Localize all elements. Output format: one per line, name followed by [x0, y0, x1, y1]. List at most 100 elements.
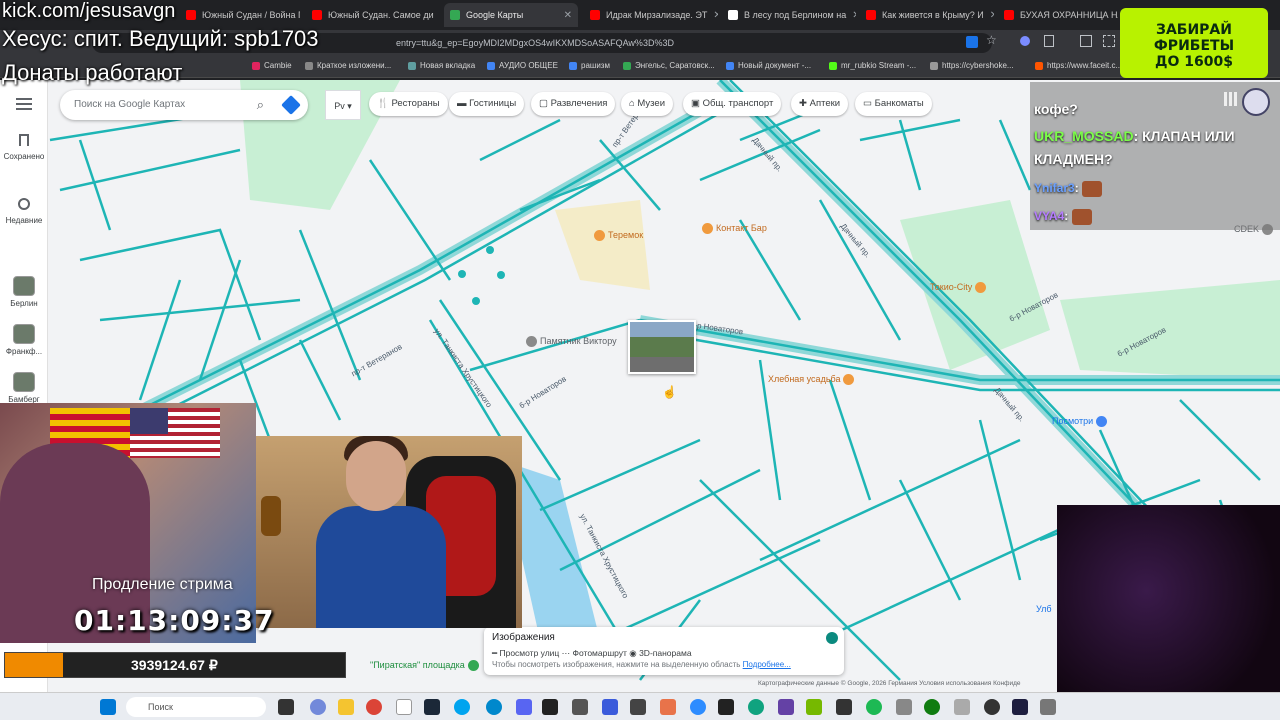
- chat-text: : КЛАПАН ИЛИ: [1133, 128, 1235, 144]
- atm-icon: ▭: [863, 98, 875, 109]
- search-icon[interactable]: ⌕: [257, 90, 264, 120]
- poi-pamyatnik[interactable]: Памятник Виктору: [526, 336, 617, 348]
- imagery-more-link[interactable]: Подробнее...: [743, 660, 791, 669]
- tab-crimea[interactable]: Как живется в Крыму? И ✕: [860, 3, 994, 27]
- xbox-icon[interactable]: [924, 699, 940, 715]
- notepad-icon[interactable]: [396, 699, 412, 715]
- steam-icon[interactable]: [424, 699, 440, 715]
- app-icon[interactable]: [866, 699, 882, 715]
- chip-label: Аптеки: [809, 98, 841, 109]
- emote-icon: [1071, 208, 1092, 225]
- taskbar-search[interactable]: Поиск: [126, 697, 266, 717]
- app-icon[interactable]: [718, 699, 734, 715]
- app-icon[interactable]: [836, 699, 852, 715]
- tab-idrak[interactable]: Идрак Мирзализаде. ЭТ ✕: [584, 3, 718, 27]
- sidebar-item-berlin[interactable]: Берлин: [0, 276, 48, 309]
- poi-kontakt-bar[interactable]: Контакт Бар: [702, 223, 767, 235]
- poi-ulb[interactable]: Улб: [1036, 604, 1052, 614]
- chip-atms[interactable]: ▭ Банкоматы: [855, 92, 932, 116]
- tab-south-sudan-1[interactable]: Южный Судан / Война Г✕: [180, 3, 300, 27]
- windows-start-icon[interactable]: [100, 699, 116, 715]
- poi-pirat[interactable]: "Пиратская" площадка: [370, 660, 482, 672]
- bookmark-rashizm[interactable]: рашизм: [569, 61, 610, 70]
- chip-museums[interactable]: ⌂ Музеи: [621, 92, 673, 116]
- tab-google-maps[interactable]: Google Карты ✕: [444, 3, 578, 27]
- bookmark-faceit[interactable]: https://www.faceit.c...: [1035, 61, 1122, 70]
- tab-berlin-forest[interactable]: В лесу под Берлином на ✕: [722, 3, 856, 27]
- directions-icon[interactable]: [281, 95, 301, 115]
- apps-icon[interactable]: [1103, 35, 1115, 47]
- bookmark-icon: [1035, 61, 1043, 70]
- bookmark-new-tab[interactable]: Новая вкладка: [408, 61, 475, 70]
- terminal-icon[interactable]: [542, 699, 558, 715]
- search-input[interactable]: Поиск на Google Картах ⌕: [60, 90, 308, 120]
- app-icon[interactable]: [690, 699, 706, 715]
- bookmark-audio[interactable]: АУДИО ОБЩЕЕ: [487, 61, 558, 70]
- close-icon[interactable]: ✕: [990, 10, 994, 21]
- edge-icon[interactable]: [454, 699, 470, 715]
- nvidia-icon[interactable]: [806, 699, 822, 715]
- url-text: entry=ttu&g_ep=EgoyMDI2MDgxOS4wIKXMDSoAS…: [396, 38, 674, 48]
- app-icon[interactable]: [572, 699, 588, 715]
- chip-restaurants[interactable]: 🍴 Рестораны: [369, 92, 448, 116]
- sidebar-item-recent[interactable]: Недавние: [0, 198, 48, 226]
- sidebar-item-frankfurt[interactable]: Франкф...: [0, 324, 48, 357]
- app-icon[interactable]: [778, 699, 794, 715]
- telegram-icon[interactable]: [486, 699, 502, 715]
- app-icon[interactable]: [602, 699, 618, 715]
- chip-transit[interactable]: ▣ Общ. транспорт: [683, 92, 782, 116]
- bookmark-label: https://www.faceit.c...: [1047, 61, 1123, 70]
- sidebar-item-bamberg[interactable]: Бамберг: [0, 372, 48, 405]
- app-icon[interactable]: [896, 699, 912, 715]
- extension-icon[interactable]: [1020, 36, 1030, 46]
- map-footer: Картографические данные © Google, 2026 Г…: [758, 680, 1021, 687]
- discord-icon[interactable]: [310, 699, 326, 715]
- app-icon[interactable]: [630, 699, 646, 715]
- translate-icon[interactable]: [1080, 35, 1092, 47]
- task-view-icon[interactable]: [278, 699, 294, 715]
- poi-tokio-city[interactable]: Токио-City: [930, 282, 989, 294]
- history-icon: [18, 198, 30, 210]
- folder-icon[interactable]: [338, 699, 354, 715]
- chip-entertainment[interactable]: ▢ Развлечения: [531, 92, 616, 116]
- puzzle-icon[interactable]: [1044, 35, 1054, 47]
- shop-icon: [1096, 416, 1108, 428]
- close-icon[interactable]: ✕: [852, 10, 856, 21]
- settings-icon[interactable]: [954, 699, 970, 715]
- poi-usadba[interactable]: Хлебная усадьба: [768, 374, 857, 386]
- star-icon[interactable]: ☆: [986, 33, 997, 47]
- close-icon[interactable]: ✕: [713, 10, 718, 21]
- menu-icon[interactable]: [16, 98, 32, 110]
- bookmark-summary[interactable]: Краткое изложени...: [305, 61, 391, 70]
- bookmark-engels[interactable]: Энгельс, Саратовск...: [623, 61, 715, 70]
- bookmark-cambie[interactable]: Cambie: [252, 61, 292, 70]
- bookmark-cybershoke[interactable]: https://cybershoke...: [930, 61, 1014, 70]
- poi-label: Теремок: [608, 230, 644, 240]
- bookmark-new-doc[interactable]: Новый документ -...: [726, 61, 811, 70]
- imagery-toggle[interactable]: [826, 632, 838, 644]
- tab-south-sudan-2[interactable]: Южный Судан. Самое ди✕: [306, 3, 438, 27]
- app-icon[interactable]: [516, 699, 532, 715]
- chip-hotels[interactable]: ▬ Гостиницы: [449, 92, 525, 116]
- bookmark-rubkio[interactable]: mr_rubkio Stream -...: [829, 61, 916, 70]
- poi-posmotri[interactable]: Посмотри: [1052, 416, 1110, 428]
- poi-teremok[interactable]: Теремок: [594, 230, 644, 242]
- sidebar-item-saved[interactable]: Сохранено: [0, 134, 48, 162]
- promo-banner[interactable]: ЗАБИРАЙ ФРИБЕТЫ ДО 1600$: [1120, 8, 1268, 78]
- layer-select[interactable]: Рv ▾: [325, 90, 361, 120]
- monument-icon: [526, 336, 537, 348]
- chrome-icon[interactable]: [366, 699, 382, 715]
- close-icon[interactable]: ✕: [564, 10, 572, 21]
- chip-pharmacies[interactable]: ✚ Аптеки: [791, 92, 849, 116]
- cast-icon[interactable]: [966, 36, 978, 48]
- bar-icon: [702, 223, 713, 235]
- obs-icon[interactable]: [984, 699, 1000, 715]
- street-view-thumbnail[interactable]: [628, 320, 696, 374]
- app-icon[interactable]: [1040, 699, 1056, 715]
- chatgpt-icon[interactable]: [748, 699, 764, 715]
- bookmark-icon: [930, 61, 938, 70]
- app-icon[interactable]: [660, 699, 676, 715]
- bookmark-label: https://cybershoke...: [942, 61, 1014, 70]
- tab-guard[interactable]: БУХАЯ ОХРАННИЦА НА: [998, 3, 1118, 27]
- app-icon[interactable]: [1012, 699, 1028, 715]
